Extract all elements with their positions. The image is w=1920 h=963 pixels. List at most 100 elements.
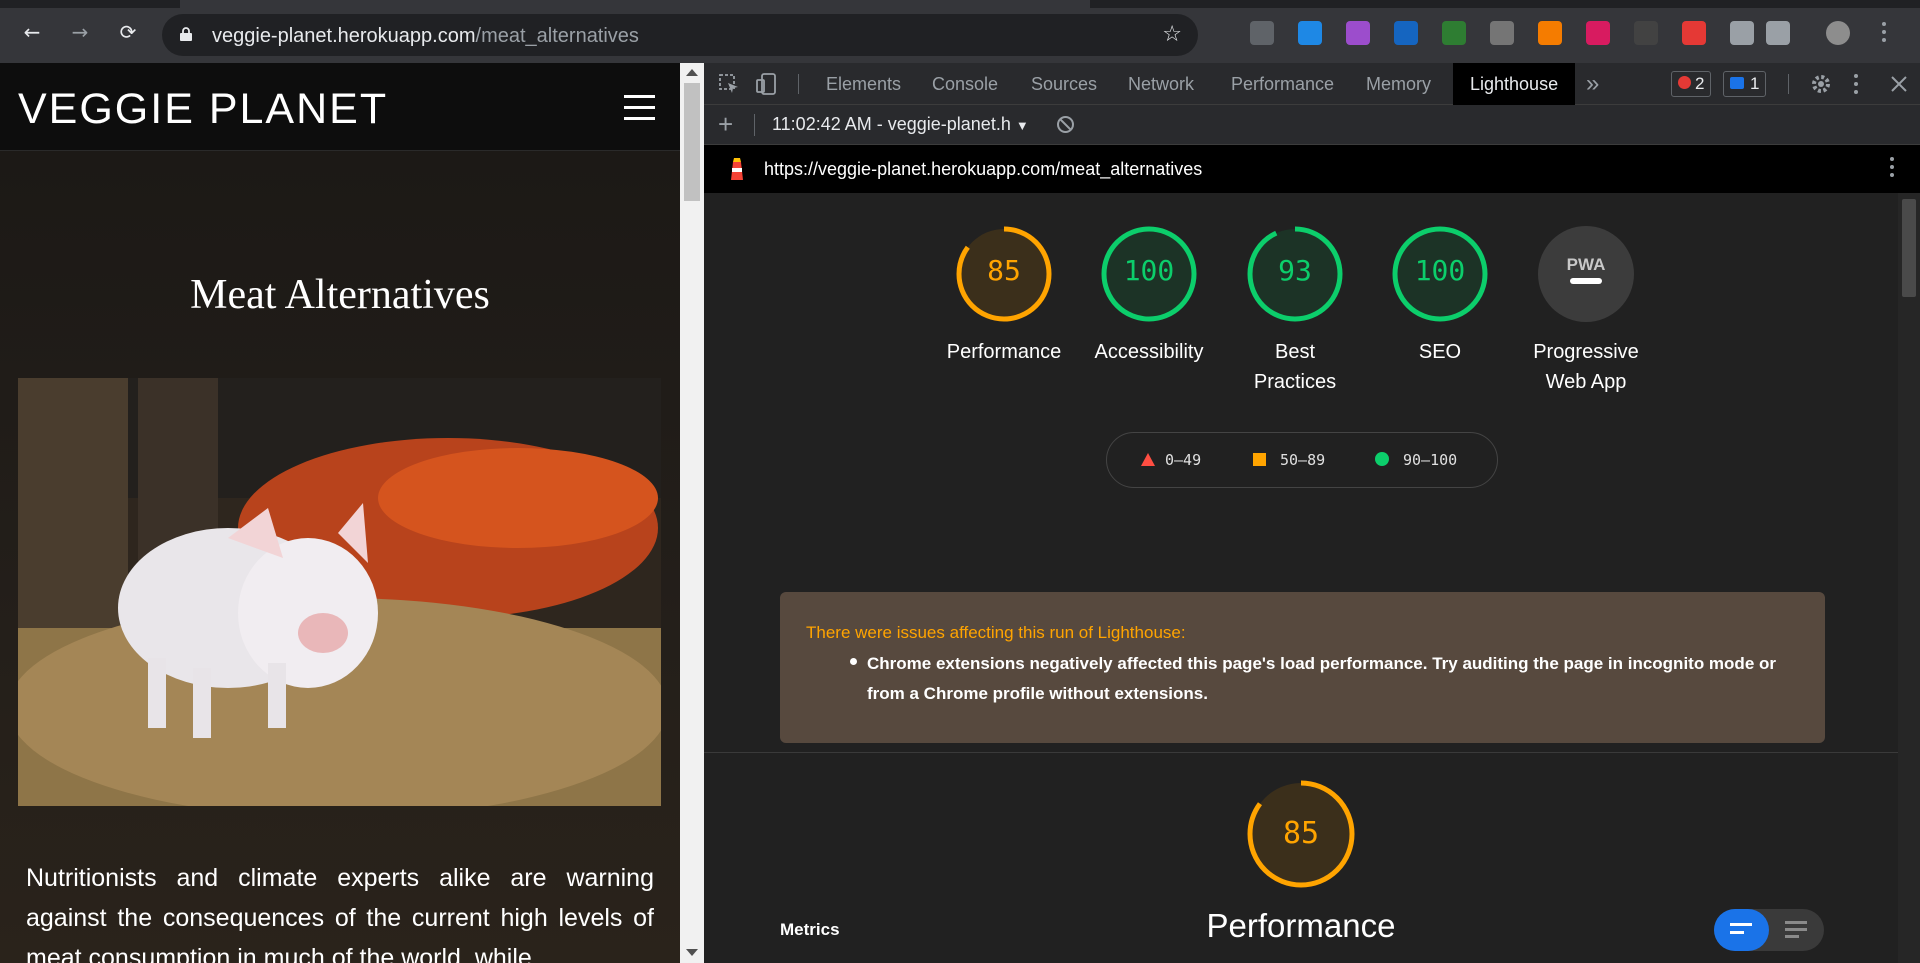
site-navbar: VEGGIE PLANET: [0, 63, 680, 151]
tab-performance[interactable]: Performance: [1231, 74, 1334, 95]
score-value: 93: [1278, 254, 1312, 287]
tab-elements[interactable]: Elements: [826, 74, 901, 95]
site-brand[interactable]: VEGGIE PLANET: [18, 85, 388, 134]
score-label: Progressive Web App: [1533, 341, 1639, 393]
settings-gear-icon[interactable]: [1810, 73, 1832, 95]
section-score-value: 85: [1282, 816, 1320, 851]
lock-icon: [180, 27, 192, 41]
svg-text:PWA: PWA: [1567, 255, 1606, 274]
extension-feather-icon[interactable]: [1346, 21, 1370, 45]
errors-badge[interactable]: 2: [1671, 71, 1712, 97]
address-bar[interactable]: veggie-planet.herokuapp.com/meat_alterna…: [162, 14, 1198, 56]
legend-average: 50–89: [1253, 451, 1325, 469]
scroll-down-arrow-icon[interactable]: [686, 949, 698, 956]
expanded-view-icon[interactable]: [1769, 909, 1824, 951]
lighthouse-logo-icon: [731, 158, 743, 180]
report-url[interactable]: https://veggie-planet.herokuapp.com/meat…: [764, 159, 1202, 180]
report-selector-label: 11:02:42 AM - veggie-planet.h: [772, 114, 1011, 134]
score-gauge-performance[interactable]: 85: [954, 224, 1054, 324]
score-gauge-progressive-web-app[interactable]: PWA: [1536, 224, 1636, 324]
new-report-plus-icon[interactable]: +: [718, 109, 733, 140]
score-value: 100: [1123, 254, 1175, 287]
report-scrollbar-thumb[interactable]: [1902, 199, 1916, 297]
toolbar-separator: [754, 114, 755, 136]
score-label: Accessibility: [1094, 341, 1204, 363]
legend-triangle-icon: [1141, 453, 1155, 466]
performance-section-gauge[interactable]: 85: [1245, 778, 1357, 890]
runtime-warning-box: There were issues affecting this run of …: [780, 592, 1825, 743]
score-label: Performance: [946, 341, 1062, 363]
tab-console[interactable]: Console: [932, 74, 998, 95]
legend-square-icon: [1253, 453, 1266, 466]
dropdown-arrow-icon: ▼: [1015, 118, 1029, 133]
score-gauge-seo[interactable]: 100: [1390, 224, 1490, 324]
legend-pass: 90–100: [1375, 451, 1457, 469]
lighthouse-url-bar: https://veggie-planet.herokuapp.com/meat…: [704, 145, 1920, 193]
profile-avatar[interactable]: [1826, 21, 1850, 45]
lighthouse-toolbar: + 11:02:42 AM - veggie-planet.h ▼: [704, 105, 1920, 145]
warning-title: There were issues affecting this run of …: [806, 623, 1186, 642]
device-toolbar-icon[interactable]: [756, 73, 778, 95]
devtools-tabbar: Elements Console Sources Network Perform…: [704, 63, 1920, 105]
report-selector[interactable]: 11:02:42 AM - veggie-planet.h ▼: [772, 114, 1029, 135]
report-scrollbar[interactable]: [1898, 193, 1920, 963]
metrics-view-toggle[interactable]: [1714, 909, 1824, 951]
metrics-heading: Metrics: [780, 920, 840, 939]
extension-chart-icon[interactable]: [1394, 21, 1418, 45]
media-control-icon[interactable]: [1766, 21, 1790, 45]
legend-circle-icon: [1375, 452, 1389, 466]
reload-icon[interactable]: ⟳: [114, 18, 142, 46]
legend-fail: 0–49: [1141, 451, 1201, 469]
inspect-element-icon[interactable]: [718, 73, 740, 95]
extensions-puzzle-icon[interactable]: [1730, 21, 1754, 45]
extension-download-icon[interactable]: [1586, 21, 1610, 45]
score-gauge-accessibility[interactable]: 100: [1099, 224, 1199, 324]
scrollbar-thumb[interactable]: [684, 83, 700, 201]
extension-bottle-icon[interactable]: [1490, 21, 1514, 45]
page-title: Meat Alternatives: [190, 272, 490, 318]
clear-reports-icon[interactable]: [1056, 115, 1075, 134]
messages-badge[interactable]: 1: [1723, 71, 1767, 97]
hamburger-menu-icon[interactable]: [624, 95, 655, 121]
website-viewport: VEGGIE PLANET Meat Alternatives Nutritio…: [0, 63, 680, 963]
extension-pen-icon[interactable]: [1250, 21, 1274, 45]
score-value: 85: [987, 254, 1021, 287]
back-icon[interactable]: ←: [18, 18, 46, 46]
extension-redux-icon[interactable]: [1682, 21, 1706, 45]
tab-memory[interactable]: Memory: [1366, 74, 1431, 95]
devtools-panel: Elements Console Sources Network Perform…: [704, 63, 1920, 963]
bookmark-star-icon[interactable]: ☆: [1162, 22, 1182, 47]
url-host: veggie-planet.herokuapp.com: [212, 25, 476, 47]
more-tabs-icon[interactable]: »: [1586, 70, 1599, 98]
score-gauge-best-practices[interactable]: 93: [1245, 224, 1345, 324]
extension-json-icon[interactable]: [1634, 21, 1658, 45]
legend-average-range: 50–89: [1280, 451, 1326, 469]
report-menu-icon[interactable]: [1890, 157, 1894, 181]
messages-count: 1: [1750, 74, 1760, 93]
extension-vscode-icon[interactable]: [1298, 21, 1322, 45]
extension-g-icon[interactable]: [1538, 21, 1562, 45]
score-label: SEO: [1418, 341, 1462, 363]
url-path: /meat_alternatives: [475, 25, 639, 47]
intro-paragraph: Nutritionists and climate experts alike …: [26, 864, 654, 963]
scroll-up-arrow-icon[interactable]: [686, 69, 698, 76]
url-text: veggie-planet.herokuapp.com/meat_alterna…: [212, 25, 639, 48]
devtools-menu-icon[interactable]: [1854, 74, 1858, 98]
errors-count: 2: [1695, 74, 1705, 93]
forward-icon[interactable]: →: [66, 18, 94, 46]
score-legend: 0–49 50–89 90–100: [1106, 432, 1498, 488]
warning-message: Chrome extensions negatively affected th…: [867, 654, 1776, 703]
tab-lighthouse[interactable]: Lighthouse: [1453, 63, 1576, 105]
error-icon: [1678, 76, 1691, 89]
tab-network[interactable]: Network: [1128, 74, 1194, 95]
toggle-compact-view[interactable]: [1714, 909, 1769, 951]
extension-tree-icon[interactable]: [1442, 21, 1466, 45]
browser-toolbar: ← → ⟳ veggie-planet.herokuapp.com/meat_a…: [0, 0, 1920, 63]
chrome-menu-icon[interactable]: [1882, 22, 1886, 46]
active-tab-edge[interactable]: [180, 0, 1090, 8]
tab-separator: [798, 74, 799, 94]
tab-sources[interactable]: Sources: [1031, 74, 1097, 95]
warning-bullet: [850, 658, 857, 665]
close-devtools-icon[interactable]: [1888, 73, 1910, 95]
website-scrollbar[interactable]: [680, 63, 704, 963]
